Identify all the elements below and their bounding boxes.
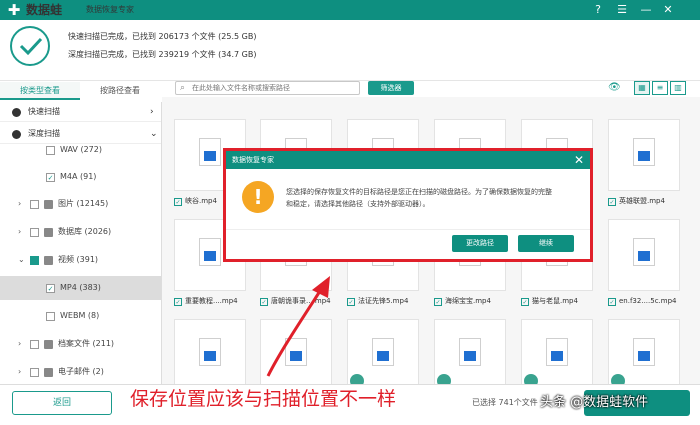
tree-item-label: MP4 (383) (60, 283, 101, 292)
tree-item-label: WAV (272) (60, 145, 102, 154)
tree-item-database[interactable]: › 数据库 (2026) (0, 220, 161, 244)
app-logo-icon: ✚ (7, 1, 21, 19)
selection-info: 已选择 741个文件 (472, 398, 538, 407)
watermark: 头条 @数据蛙软件 (540, 395, 649, 410)
tree-item-webm[interactable]: WEBM (8) (0, 304, 161, 328)
broken-file-icon (611, 374, 625, 384)
archive-icon (44, 340, 53, 349)
tree-item-images[interactable]: › 图片 (12145) (0, 192, 161, 216)
checkbox[interactable] (46, 312, 55, 321)
checkbox[interactable] (30, 200, 39, 209)
checkbox[interactable]: ✓ (46, 173, 55, 182)
eye-icon[interactable]: 👁 (608, 82, 621, 93)
filter-button[interactable]: 筛选器 (368, 81, 414, 95)
annotation-arrow-icon (266, 276, 330, 377)
tree-item-label: 数据库 (2026) (58, 227, 112, 236)
chevron-right-icon: › (150, 107, 154, 117)
broken-file-icon (524, 374, 538, 384)
detail-view-icon[interactable]: ▥ (670, 81, 686, 95)
file-thumbnail[interactable] (608, 319, 680, 384)
database-icon (44, 228, 53, 237)
close-window-icon[interactable]: ✕ (660, 2, 676, 18)
tab-by-path[interactable]: 按路径查看 (80, 82, 160, 100)
quick-scan-check-icon (12, 108, 21, 117)
change-path-button[interactable]: 更改路径 (452, 235, 508, 252)
chevron-down-icon[interactable]: ⌄ (18, 248, 25, 272)
grid-row-partial (174, 97, 694, 103)
file-caption[interactable]: ✓ 峡谷.mp4 (174, 196, 217, 206)
quick-scan-row[interactable]: 快速扫描 › (0, 102, 161, 122)
file-thumbnail[interactable] (434, 319, 506, 384)
broken-file-icon (350, 374, 364, 384)
checkbox[interactable] (30, 228, 39, 237)
checkbox[interactable] (30, 340, 39, 349)
tree-item-label: 视频 (391) (58, 255, 99, 264)
tree-item-m4a[interactable]: ✓ M4A (91) (0, 165, 161, 189)
tree-item-email[interactable]: › 电子邮件 (2) (0, 360, 161, 384)
file-thumbnail[interactable] (174, 319, 246, 384)
checkbox[interactable] (30, 368, 39, 377)
video-icon (44, 256, 53, 265)
dialog-title: 数据恢复专家 (232, 156, 274, 164)
list-view-icon[interactable]: ≡ (652, 81, 668, 95)
menu-icon[interactable]: ☰ (614, 2, 630, 18)
file-caption[interactable]: ✓ 英雄联盟.mp4 (608, 196, 665, 206)
tree-item-video[interactable]: ⌄ 视频 (391) (0, 248, 161, 272)
image-folder-icon (44, 200, 53, 209)
checkbox[interactable] (46, 146, 55, 155)
tree-item-label: 档案文件 (211) (58, 339, 115, 348)
checkbox[interactable]: ✓ (46, 284, 55, 293)
tree-item-archives[interactable]: › 档案文件 (211) (0, 332, 161, 356)
continue-button[interactable]: 继续 (518, 235, 574, 252)
search-icon: ⌕ (180, 83, 186, 93)
email-icon (44, 368, 53, 377)
file-caption[interactable]: ✓ 海绵宝宝.mp4 (434, 296, 491, 306)
tree-item-label: WEBM (8) (60, 311, 100, 320)
file-caption[interactable]: ✓ 重要教程....mp4 (174, 296, 238, 306)
checkbox[interactable] (30, 256, 39, 265)
close-icon[interactable]: ✕ (574, 151, 584, 169)
tree-item-label: 电子邮件 (2) (58, 367, 104, 376)
grid-view-icon[interactable]: ▦ (634, 81, 650, 95)
quick-scan-status: 快速扫描已完成，已找到 206173 个文件 (25.5 GB) (68, 32, 257, 41)
scan-complete-icon (10, 26, 50, 66)
file-thumbnail[interactable] (521, 319, 593, 384)
minimize-icon[interactable]: — (638, 2, 654, 18)
broken-file-icon (437, 374, 451, 384)
chevron-right-icon[interactable]: › (18, 192, 21, 216)
tab-by-type[interactable]: 按类型查看 (0, 82, 80, 100)
file-caption[interactable]: ✓ en.f32....5c.mp4 (608, 296, 676, 306)
chevron-right-icon[interactable]: › (18, 332, 21, 356)
file-thumbnail[interactable] (608, 119, 680, 191)
file-thumbnail[interactable] (347, 319, 419, 384)
quick-scan-label: 快速扫描 (28, 107, 60, 116)
dialog-message-line1: 您选择的保存恢复文件的目标路径是您正在扫描的磁盘路径。为了确保数据恢复的完整 (286, 188, 552, 196)
tree-item-label: 图片 (12145) (58, 199, 109, 208)
tree-item-mp4[interactable]: ✓ MP4 (383) (0, 276, 161, 300)
dialog-header: 数据恢复专家 ✕ (226, 151, 590, 169)
deep-scan-status: 深度扫描已完成，已找到 239219 个文件 (34.7 GB) (68, 50, 257, 59)
tree-item-label: M4A (91) (60, 172, 97, 181)
sidebar: 快速扫描 › 深度扫描 ⌄ WAV (272) ✓ M4A (91) › 图片 … (0, 102, 162, 384)
divider (226, 229, 590, 230)
app-subtitle: 数据恢复专家 (86, 5, 134, 14)
back-button[interactable]: 返回 (12, 391, 112, 415)
help-icon[interactable]: ? (590, 2, 606, 18)
app-name: 数据蛙 (26, 3, 63, 17)
tree-item-wav[interactable]: WAV (272) (0, 138, 161, 162)
annotation-text: 保存位置应该与扫描位置不一样 (130, 388, 397, 410)
chevron-right-icon[interactable]: › (18, 360, 21, 384)
file-thumbnail[interactable] (608, 219, 680, 291)
warning-icon: ! (242, 181, 274, 213)
dialog-message-line2: 和稳定，请选择其他路径（支持外部驱动器）。 (286, 200, 430, 208)
file-caption[interactable]: ✓ 猫与老鼠.mp4 (521, 296, 578, 306)
chevron-right-icon[interactable]: › (18, 220, 21, 244)
file-caption[interactable]: ✓ 法证先锋5.mp4 (347, 296, 408, 306)
search-input[interactable] (192, 82, 352, 94)
warning-dialog: 数据恢复专家 ✕ ! 您选择的保存恢复文件的目标路径是您正在扫描的磁盘路径。为了… (223, 148, 593, 262)
